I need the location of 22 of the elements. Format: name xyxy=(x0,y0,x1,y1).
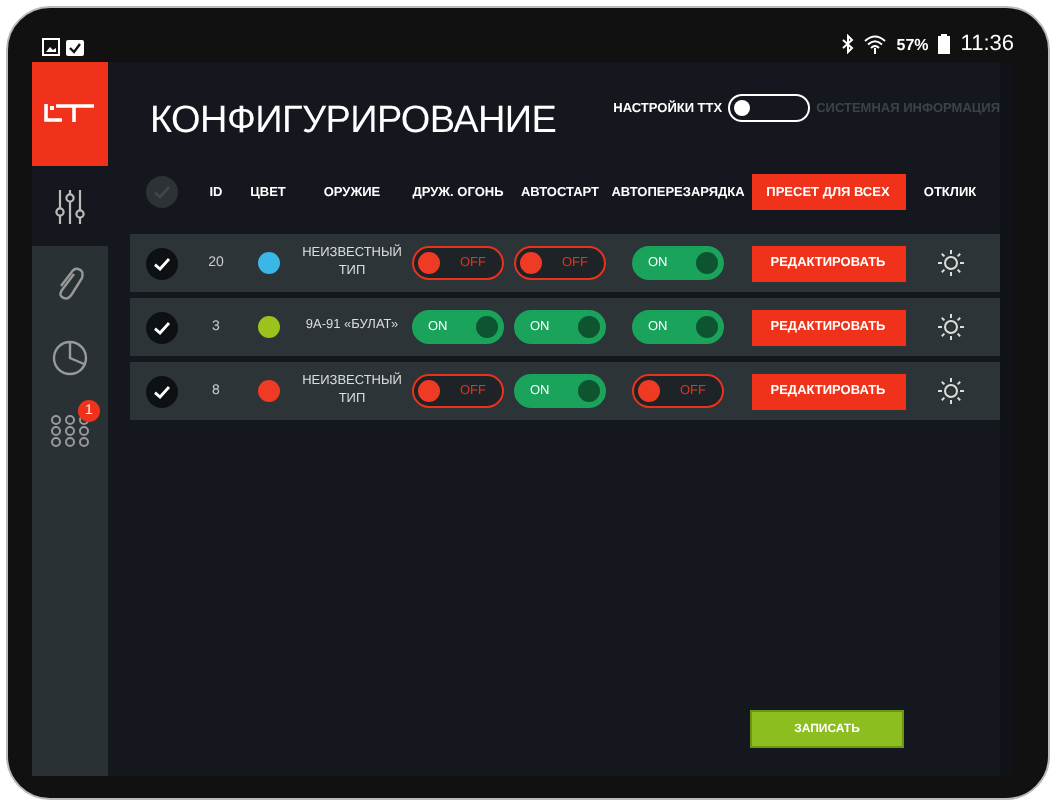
clock-time: 11:36 xyxy=(960,32,1014,56)
battery-icon xyxy=(938,34,951,54)
image-icon xyxy=(42,38,60,56)
sun-icon[interactable] xyxy=(937,250,963,276)
paperclip-icon xyxy=(56,265,84,301)
logo-icon xyxy=(44,104,96,124)
battery-percentage: 57% xyxy=(896,35,929,53)
checked-checkbox[interactable] xyxy=(146,247,178,279)
wifi-icon xyxy=(864,34,887,54)
pie-chart-icon xyxy=(52,339,88,375)
sun-icon[interactable] xyxy=(937,314,963,340)
checkbox[interactable] xyxy=(146,176,178,208)
grid-icon xyxy=(50,414,90,448)
page-title: КОНФИГУРИРОВАНИЕ xyxy=(148,100,557,144)
sun-icon[interactable] xyxy=(937,378,963,404)
checked-checkbox[interactable] xyxy=(146,375,178,407)
sliders-icon xyxy=(54,188,86,224)
sidebar-item[interactable] xyxy=(32,166,108,246)
checked-checkbox[interactable] xyxy=(146,311,178,343)
clipboard-icon xyxy=(66,38,84,56)
bluetooth-icon xyxy=(842,34,855,54)
mode-toggle-switch[interactable] xyxy=(728,94,811,122)
